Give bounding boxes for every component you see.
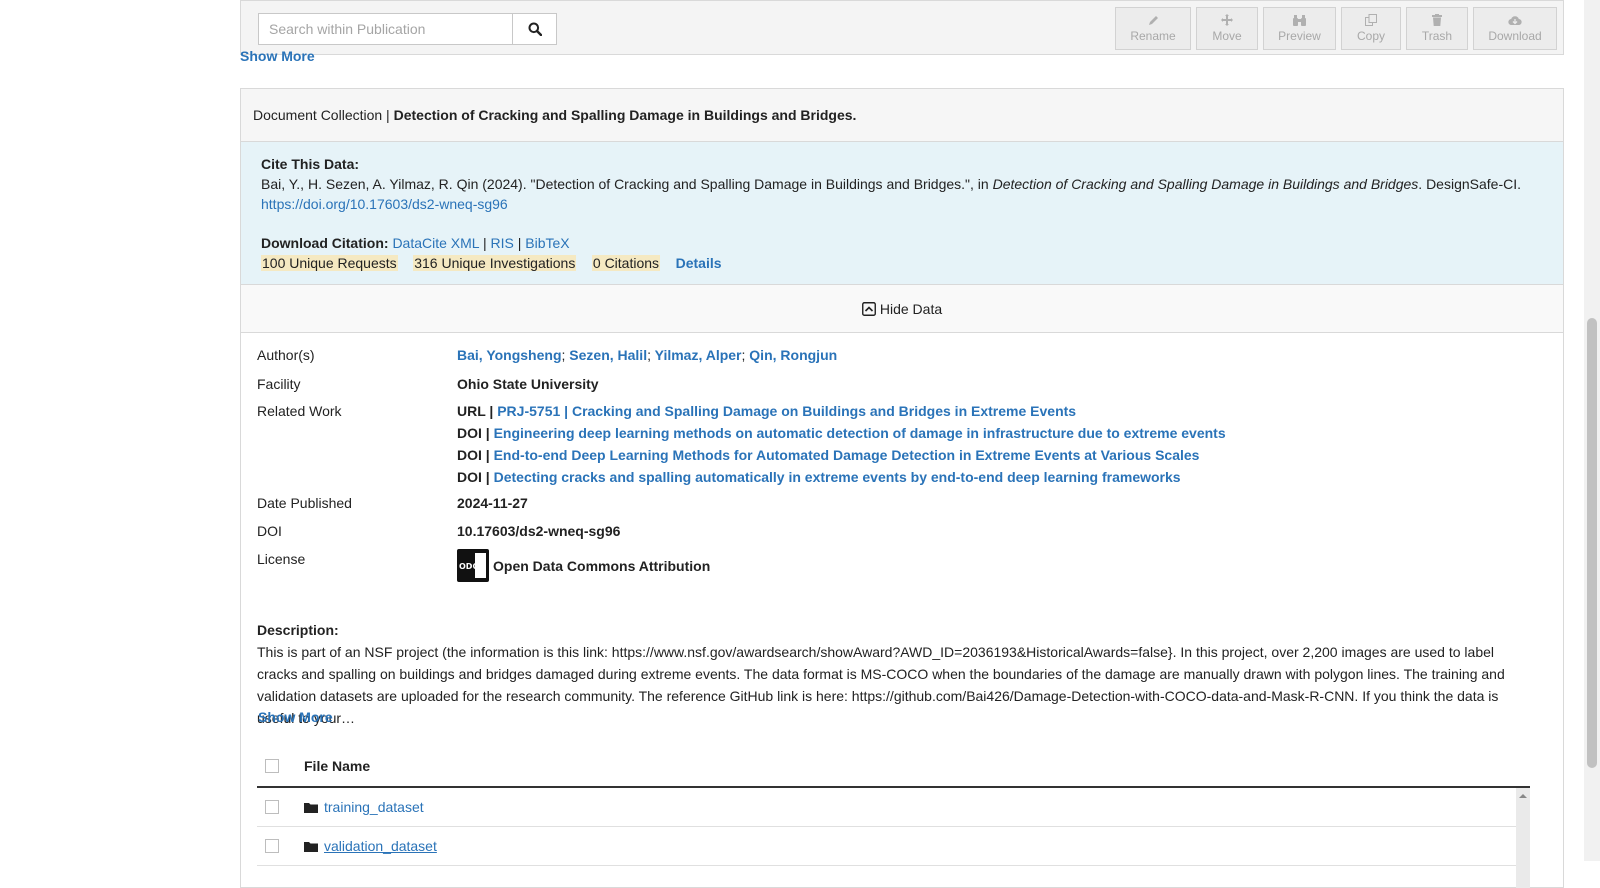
select-all-checkbox[interactable] xyxy=(265,759,279,773)
collection-type-label: Document Collection | xyxy=(253,107,390,123)
binoculars-icon xyxy=(1293,14,1306,26)
date-published-label: Date Published xyxy=(257,495,352,511)
author-link[interactable]: Yilmaz, Alper xyxy=(655,347,742,363)
odc-license-icon: ODC xyxy=(457,549,489,582)
scroll-up-arrow-icon xyxy=(1519,794,1527,798)
related-work-item: DOI | Engineering deep learning methods … xyxy=(457,422,1226,444)
collection-header: Document Collection | Detection of Crack… xyxy=(241,89,1563,142)
download-button[interactable]: Download xyxy=(1473,7,1557,50)
collection-title: Detection of Cracking and Spalling Damag… xyxy=(393,107,857,123)
collapse-up-icon xyxy=(861,301,876,316)
doi-value: 10.17603/ds2-wneq-sg96 xyxy=(457,523,621,539)
related-work-item: DOI | Detecting cracks and spalling auto… xyxy=(457,466,1226,488)
related-work-label: Related Work xyxy=(257,403,342,419)
author-link[interactable]: Sezen, Halil xyxy=(569,347,647,363)
row-checkbox[interactable] xyxy=(265,800,279,814)
description-label: Description: xyxy=(257,622,339,638)
cloud-download-icon xyxy=(1508,15,1522,25)
citation-text: Bai, Y., H. Sezen, A. Yilmaz, R. Qin (20… xyxy=(261,174,1543,194)
related-work-link[interactable]: PRJ-5751 | Cracking and Spalling Damage … xyxy=(497,403,1076,419)
related-work-link[interactable]: End-to-end Deep Learning Methods for Aut… xyxy=(494,447,1200,463)
move-label: Move xyxy=(1212,29,1242,43)
author-link[interactable]: Bai, Yongsheng xyxy=(457,347,562,363)
rename-button[interactable]: Rename xyxy=(1115,7,1191,50)
preview-label: Preview xyxy=(1278,28,1321,43)
preview-button[interactable]: Preview xyxy=(1263,7,1336,50)
bibtex-link[interactable]: BibTeX xyxy=(525,235,569,251)
folder-link[interactable]: training_dataset xyxy=(324,799,424,815)
move-icon xyxy=(1221,14,1233,26)
citation-collection-title: Detection of Cracking and Spalling Damag… xyxy=(992,176,1419,192)
file-row: validation_dataset xyxy=(257,827,1530,866)
related-work-link[interactable]: Engineering deep learning methods on aut… xyxy=(494,425,1226,441)
page-scrollbar-thumb[interactable] xyxy=(1587,318,1597,768)
related-work-list: URL | PRJ-5751 | Cracking and Spalling D… xyxy=(457,400,1226,488)
license-name: Open Data Commons Attribution xyxy=(493,557,711,574)
rename-label: Rename xyxy=(1130,28,1176,43)
search-group xyxy=(258,13,557,45)
file-name-column-header[interactable]: File Name xyxy=(304,758,370,774)
related-work-item: URL | PRJ-5751 | Cracking and Spalling D… xyxy=(457,400,1226,422)
cite-heading: Cite This Data: xyxy=(261,156,360,172)
related-work-type: URL | xyxy=(457,403,494,419)
file-row: training_dataset xyxy=(257,788,1530,827)
license-value: ODC Open Data Commons Attribution xyxy=(457,549,710,582)
citation-box: Cite This Data: Bai, Y., H. Sezen, A. Yi… xyxy=(241,142,1563,285)
search-input[interactable] xyxy=(258,13,512,45)
facility-label: Facility xyxy=(257,376,301,392)
description-show-more-link[interactable]: Show More xyxy=(258,709,333,725)
hide-data-label: Hide Data xyxy=(879,300,943,317)
author-link[interactable]: Qin, Rongjun xyxy=(749,347,837,363)
show-more-top-link[interactable]: Show More xyxy=(240,48,315,64)
related-work-type: DOI | xyxy=(457,425,490,441)
file-toolbar: Rename Move Preview Copy Trash Download xyxy=(240,0,1564,55)
authors-label: Author(s) xyxy=(257,347,315,363)
facility-value: Ohio State University xyxy=(457,376,599,392)
folder-icon xyxy=(304,841,318,852)
trash-label: Trash xyxy=(1421,29,1453,43)
ris-link[interactable]: RIS xyxy=(490,235,513,251)
unique-requests-badge: 100 Unique Requests xyxy=(261,255,398,271)
related-work-item: DOI | End-to-end Deep Learning Methods f… xyxy=(457,444,1226,466)
date-published-value: 2024-11-27 xyxy=(457,495,528,511)
search-button[interactable] xyxy=(512,13,557,45)
search-icon xyxy=(528,22,542,36)
citation-prefix: Bai, Y., H. Sezen, A. Yilmaz, R. Qin (20… xyxy=(261,176,993,192)
description-text: This is part of an NSF project (the info… xyxy=(257,644,1505,726)
citations-badge: 0 Citations xyxy=(591,255,661,271)
page-scrollbar[interactable] xyxy=(1584,0,1600,861)
doi-label: DOI xyxy=(257,523,282,539)
authors-list: Bai, Yongsheng; Sezen, Halil; Yilmaz, Al… xyxy=(457,347,838,363)
copy-label: Copy xyxy=(1356,29,1385,43)
download-citation-label: Download Citation: xyxy=(261,235,389,251)
citation-suffix: . DesignSafe-CI. xyxy=(1418,176,1522,192)
svg-text:ODC: ODC xyxy=(459,562,478,571)
folder-link[interactable]: validation_dataset xyxy=(324,838,437,854)
hide-data-toggle[interactable]: Hide Data xyxy=(241,285,1563,333)
copy-icon xyxy=(1365,14,1377,26)
related-work-type: DOI | xyxy=(457,447,490,463)
license-label: License xyxy=(257,551,306,567)
download-label: Download xyxy=(1488,28,1542,43)
datacite-xml-link[interactable]: DataCite XML xyxy=(392,235,479,251)
copy-button[interactable]: Copy xyxy=(1341,7,1401,50)
move-button[interactable]: Move xyxy=(1196,7,1258,50)
toolbar-actions: Rename Move Preview Copy Trash Download xyxy=(1115,7,1557,50)
file-table-header: File Name xyxy=(257,746,1530,788)
pencil-icon xyxy=(1148,15,1158,25)
metrics-row: 100 Unique Requests 316 Unique Investiga… xyxy=(261,253,1543,273)
file-table-scrollbar[interactable] xyxy=(1516,788,1530,888)
row-checkbox[interactable] xyxy=(265,839,279,853)
trash-icon xyxy=(1432,14,1442,26)
unique-investigations-badge: 316 Unique Investigations xyxy=(413,255,577,271)
file-table: File Name training_dataset validation_da… xyxy=(257,746,1530,888)
document-collection-panel: Document Collection | Detection of Crack… xyxy=(240,88,1564,888)
trash-button[interactable]: Trash xyxy=(1406,7,1468,50)
download-citation-row: Download Citation: DataCite XML | RIS | … xyxy=(261,235,570,251)
folder-icon xyxy=(304,802,318,813)
related-work-link[interactable]: Detecting cracks and spalling automatica… xyxy=(494,469,1181,485)
related-work-type: DOI | xyxy=(457,469,490,485)
metrics-details-link[interactable]: Details xyxy=(676,255,722,271)
citation-doi-link[interactable]: https://doi.org/10.17603/ds2-wneq-sg96 xyxy=(261,196,508,212)
